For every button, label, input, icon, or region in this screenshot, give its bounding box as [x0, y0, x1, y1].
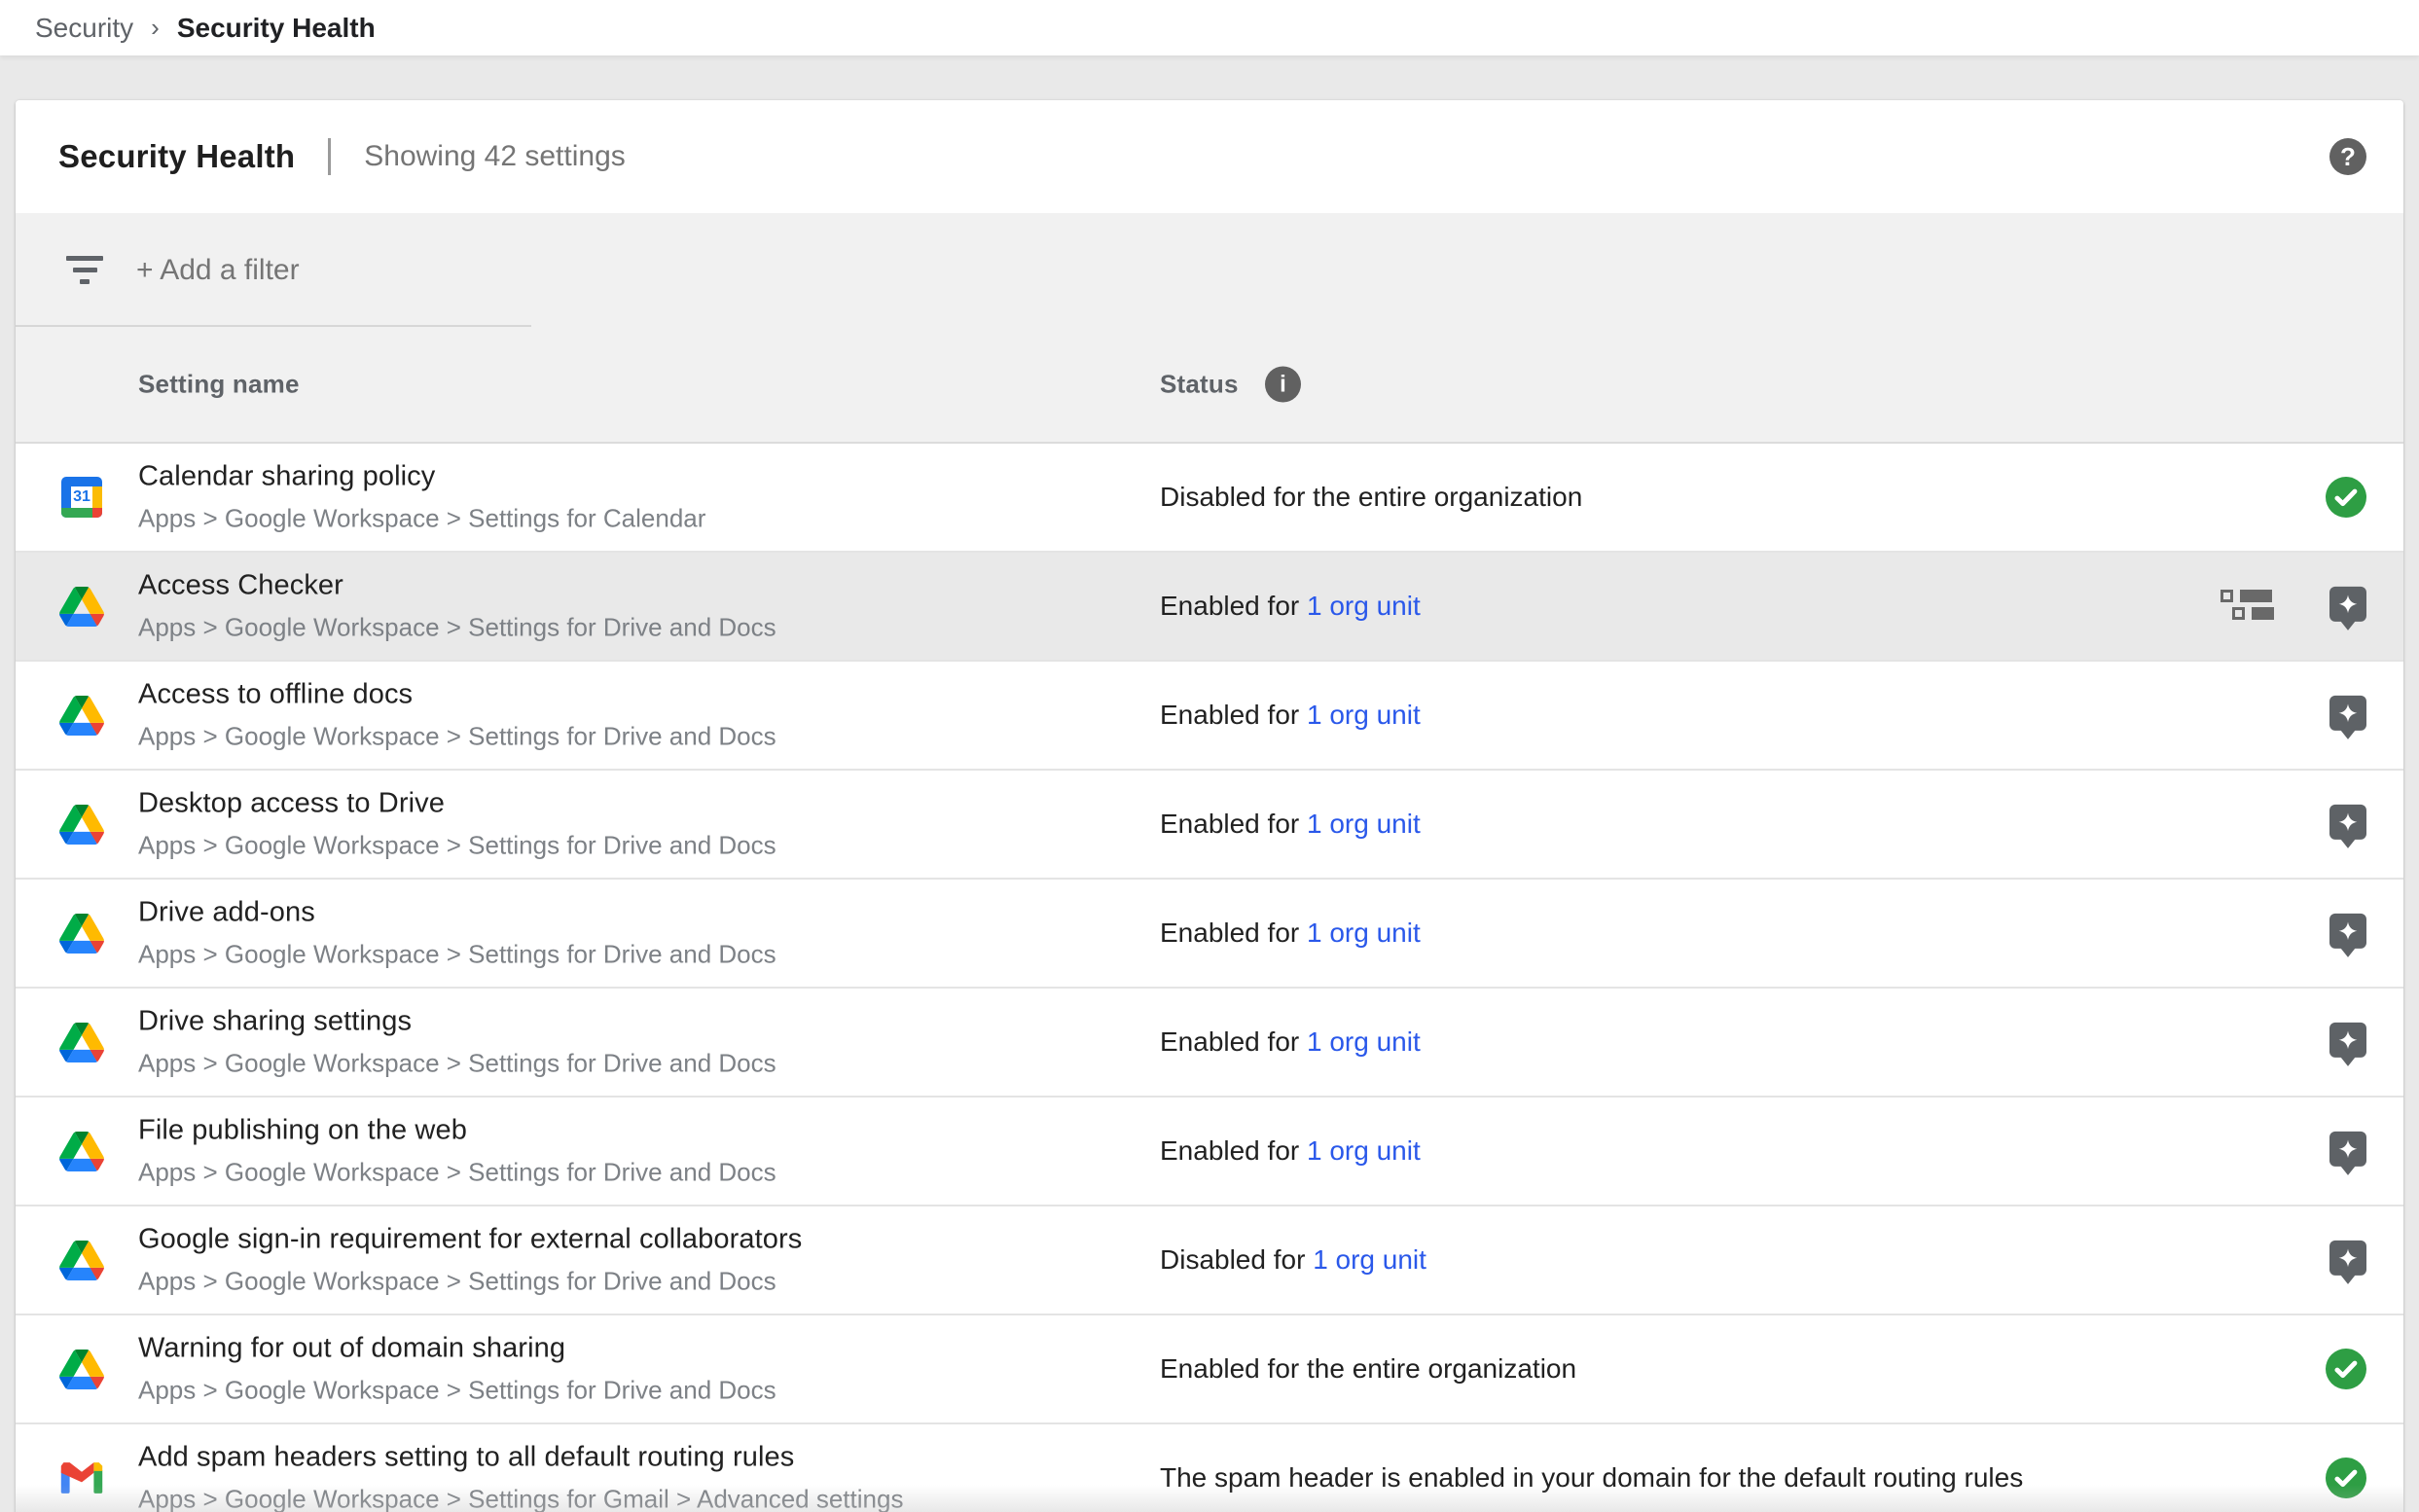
table-row[interactable]: File publishing on the web Apps > Google… [16, 1098, 2403, 1206]
setting-path: Apps > Google Workspace > Settings for D… [138, 1267, 802, 1297]
table-row[interactable]: Drive sharing settings Apps > Google Wor… [16, 989, 2403, 1098]
setting-name: Calendar sharing policy [138, 461, 705, 493]
org-unit-link[interactable]: 1 org unit [1307, 700, 1421, 730]
table-row[interactable]: Add spam headers setting to all default … [16, 1424, 2403, 1512]
filter-bar: + Add a filter [16, 213, 2403, 327]
recommendation-icon[interactable] [2329, 1132, 2366, 1167]
setting-path: Apps > Google Workspace > Settings for D… [138, 613, 776, 643]
setting-name: Drive add-ons [138, 897, 776, 929]
calendar-day-label: 31 [71, 486, 92, 508]
setting-path: Apps > Google Workspace > Settings for D… [138, 1049, 776, 1079]
status-ok-icon [2326, 477, 2366, 518]
status-ok-icon [2326, 1349, 2366, 1389]
breadcrumb-security-link[interactable]: Security [35, 13, 133, 44]
setting-name: Drive sharing settings [138, 1006, 776, 1038]
table-row[interactable]: Google sign-in requirement for external … [16, 1206, 2403, 1315]
setting-path: Apps > Google Workspace > Settings for D… [138, 722, 776, 752]
breadcrumb-chevron-icon: › [151, 13, 160, 43]
column-setting-name: Setting name [138, 370, 300, 400]
status-text: Enabled for the entire organization [1160, 1353, 1576, 1385]
setting-name: Access to offline docs [138, 679, 776, 711]
calendar-icon: 31 [58, 474, 105, 521]
drive-icon [58, 583, 105, 630]
status-text: Enabled for 1 org unit [1160, 1135, 1421, 1167]
column-status: Status [1160, 370, 1239, 400]
org-unit-link[interactable]: 1 org unit [1307, 809, 1421, 839]
status-info-icon[interactable]: i [1265, 367, 1301, 403]
setting-name: Access Checker [138, 570, 776, 602]
recommendation-icon[interactable] [2329, 696, 2366, 731]
table-row[interactable]: Access to offline docs Apps > Google Wor… [16, 662, 2403, 771]
status-text: Enabled for 1 org unit [1160, 591, 1421, 622]
add-filter-button[interactable]: + Add a filter [136, 254, 300, 287]
status-text: Enabled for 1 org unit [1160, 700, 1421, 731]
org-unit-link[interactable]: 1 org unit [1307, 1135, 1421, 1166]
drive-icon [58, 1346, 105, 1392]
table-row[interactable]: Warning for out of domain sharing Apps >… [16, 1315, 2403, 1424]
org-unit-link[interactable]: 1 org unit [1307, 591, 1421, 621]
setting-name: File publishing on the web [138, 1115, 776, 1147]
status-ok-icon [2326, 1458, 2366, 1498]
setting-name: Warning for out of domain sharing [138, 1333, 776, 1365]
table-row[interactable]: Desktop access to Drive Apps > Google Wo… [16, 771, 2403, 880]
filter-list-icon[interactable] [66, 256, 103, 285]
org-unit-link[interactable]: 1 org unit [1307, 1026, 1421, 1057]
breadcrumb-current: Security Health [177, 13, 376, 44]
recommendation-icon[interactable] [2329, 1241, 2366, 1276]
recommendation-icon[interactable] [2329, 805, 2366, 840]
status-text: Enabled for 1 org unit [1160, 1026, 1421, 1058]
drive-icon [58, 1019, 105, 1065]
setting-path: Apps > Google Workspace > Settings for D… [138, 1158, 776, 1188]
org-unit-link[interactable]: 1 org unit [1307, 918, 1421, 948]
status-text: Enabled for 1 org unit [1160, 809, 1421, 840]
recommendation-icon[interactable] [2329, 914, 2366, 949]
table-row[interactable]: Drive add-ons Apps > Google Workspace > … [16, 880, 2403, 989]
recommendation-icon[interactable] [2329, 1023, 2366, 1058]
setting-name: Desktop access to Drive [138, 788, 776, 820]
drive-icon [58, 1237, 105, 1283]
gmail-icon [58, 1455, 105, 1501]
security-health-card: Security Health Showing 42 settings ? + … [16, 100, 2403, 1512]
setting-path: Apps > Google Workspace > Settings for D… [138, 1376, 776, 1406]
table-row[interactable]: 31 Calendar sharing policy Apps > Google… [16, 444, 2403, 553]
recommendation-icon[interactable] [2329, 587, 2366, 622]
setting-name: Google sign-in requirement for external … [138, 1224, 802, 1256]
status-text: The spam header is enabled in your domai… [1160, 1462, 2023, 1494]
table-header: Setting name Status i [16, 327, 2403, 444]
setting-path: Apps > Google Workspace > Settings for C… [138, 504, 705, 534]
setting-path: Apps > Google Workspace > Settings for D… [138, 940, 776, 970]
setting-path: Apps > Google Workspace > Settings for G… [138, 1485, 903, 1512]
drive-icon [58, 692, 105, 738]
status-text: Enabled for 1 org unit [1160, 918, 1421, 949]
breadcrumb: Security › Security Health [0, 0, 2419, 55]
settings-count: Showing 42 settings [364, 140, 626, 173]
drive-icon [58, 801, 105, 847]
help-icon[interactable]: ? [2329, 138, 2366, 175]
card-header: Security Health Showing 42 settings ? [16, 100, 2403, 213]
title-divider [328, 138, 331, 175]
drive-icon [58, 910, 105, 956]
page-title: Security Health [58, 138, 295, 175]
org-units-list-icon [2220, 590, 2275, 623]
status-text: Disabled for 1 org unit [1160, 1244, 1426, 1276]
table-row[interactable]: Access Checker Apps > Google Workspace >… [16, 553, 2403, 662]
org-unit-link[interactable]: 1 org unit [1313, 1244, 1426, 1275]
status-text: Disabled for the entire organization [1160, 482, 1582, 513]
setting-path: Apps > Google Workspace > Settings for D… [138, 831, 776, 861]
drive-icon [58, 1128, 105, 1174]
setting-name: Add spam headers setting to all default … [138, 1442, 903, 1474]
